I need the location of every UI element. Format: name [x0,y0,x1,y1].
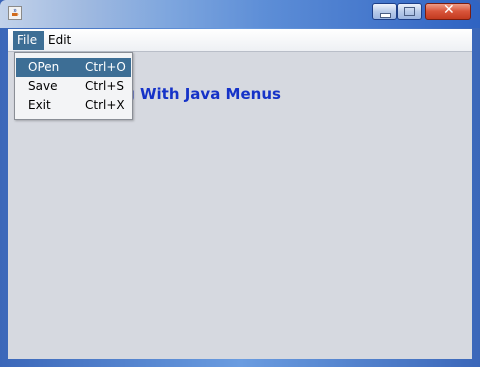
menu-item-label: Exit [28,98,51,112]
file-menu-dropdown: OPen Ctrl+O Save Ctrl+S Exit Ctrl+X [14,52,133,120]
menu-file[interactable]: File [13,31,44,50]
minimize-icon [380,13,391,18]
heading-label: g With Java Menus [124,85,281,103]
maximize-button[interactable] [397,3,422,20]
menu-item-save[interactable]: Save Ctrl+S [16,77,131,96]
menu-item-label: Save [28,79,58,93]
close-button[interactable]: ✕ [425,2,471,20]
close-icon: ✕ [443,2,455,18]
menu-item-shortcut: Ctrl+X [85,98,125,112]
maximize-icon [404,7,415,16]
application-window: ✕ File Edit g With Java Menus OPen Ctrl+… [0,0,480,367]
menu-item-label: OPen [28,60,60,74]
title-bar[interactable]: ✕ [0,0,480,28]
menu-item-open[interactable]: OPen Ctrl+O [16,58,131,77]
menu-item-shortcut: Ctrl+S [85,79,125,93]
menu-item-shortcut: Ctrl+O [85,60,126,74]
java-cup-icon[interactable] [8,6,22,20]
menu-edit[interactable]: Edit [44,31,74,50]
menu-bar: File Edit [8,29,472,52]
minimize-button[interactable] [372,3,397,20]
menu-item-exit[interactable]: Exit Ctrl+X [16,96,131,115]
